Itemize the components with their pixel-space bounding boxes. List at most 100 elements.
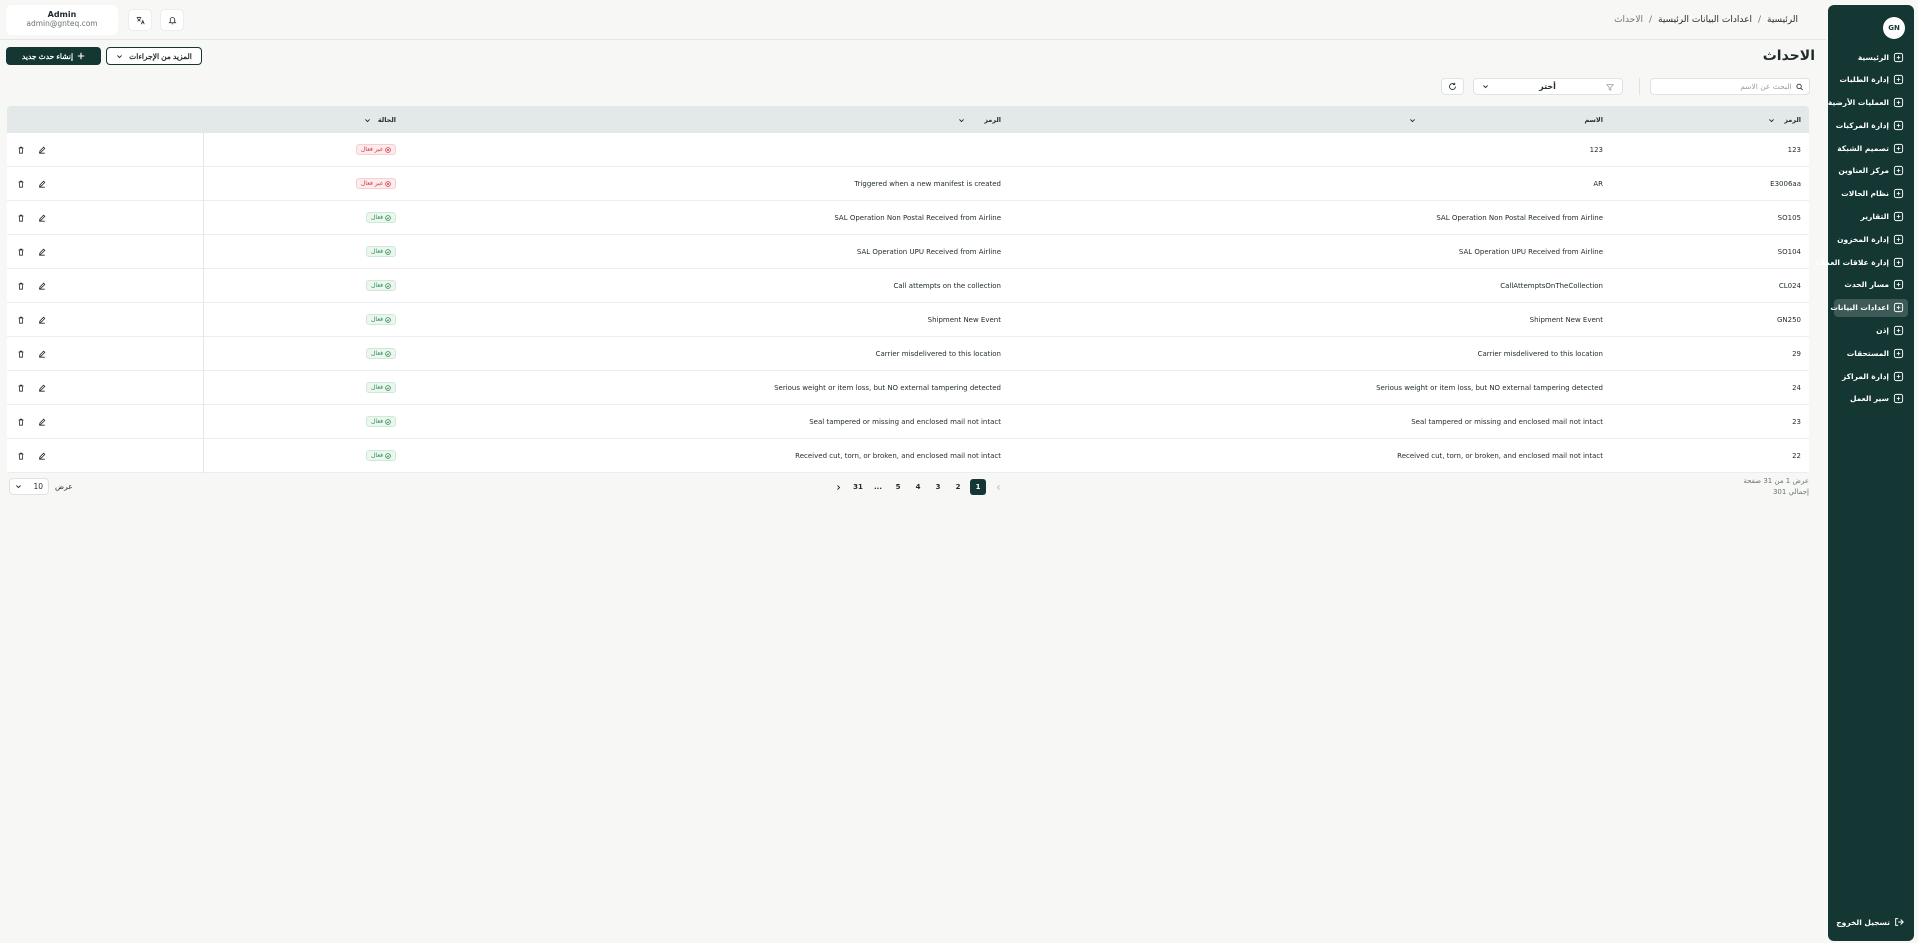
- delete-button[interactable]: [15, 416, 27, 428]
- delete-button[interactable]: [15, 246, 27, 258]
- table-row[interactable]: 22 Received cut, torn, or broken, and enc…: [7, 439, 1809, 473]
- cell-code: 123: [1787, 146, 1801, 154]
- pencil-icon: [39, 384, 46, 392]
- delete-button[interactable]: [15, 212, 27, 224]
- search-input[interactable]: [1657, 82, 1792, 91]
- actions-divider: [203, 439, 204, 473]
- check-circle-icon: [385, 282, 391, 289]
- table-row[interactable]: E3006aa AR Triggered when a new manifest i…: [7, 167, 1809, 201]
- edit-button[interactable]: [36, 178, 48, 190]
- next-page-button[interactable]: [830, 479, 846, 495]
- sidebar-item-status-grid[interactable]: نظام الحالات: [1834, 185, 1908, 203]
- status-badge: فعال: [366, 450, 396, 461]
- sidebar-item-truck[interactable]: إدارة المركبات: [1834, 116, 1908, 134]
- filter-label: أختر: [1539, 82, 1556, 91]
- breadcrumb-master-data[interactable]: اعدادات البيانات الرئيسية: [1658, 15, 1752, 25]
- column-header-name[interactable]: الاسم: [1409, 116, 1603, 124]
- actions-divider: [203, 167, 204, 201]
- status-badge: فعال: [366, 348, 396, 359]
- page-button[interactable]: 31: [850, 479, 866, 495]
- user-menu[interactable]: Admin admin@gnteq.com: [6, 5, 118, 35]
- table-body: 123 123 غير فعال E3006aa AR Triggered when a …: [7, 133, 1809, 473]
- logout-button[interactable]: تسجيل الخروج: [1836, 917, 1904, 927]
- check-circle-icon: [385, 214, 391, 221]
- edit-button[interactable]: [36, 246, 48, 258]
- edit-button[interactable]: [36, 314, 48, 326]
- table-row[interactable]: 23 Seal tampered or missing and enclosed …: [7, 405, 1809, 439]
- sidebar-item-crm[interactable]: إدارة علاقات العملاء: [1816, 253, 1908, 271]
- cell-code: 29: [1792, 350, 1801, 358]
- table-row[interactable]: 24 Serious weight or item loss, but NO ex…: [7, 371, 1809, 405]
- sidebar-item-workflow[interactable]: سير العمل: [1834, 390, 1908, 408]
- trash-icon: [18, 180, 24, 188]
- sidebar-item-label: سير العمل: [1849, 394, 1889, 404]
- table-row[interactable]: SO105 SAL Operation Non Postal Received f…: [7, 201, 1809, 235]
- check-circle-icon: [385, 248, 391, 255]
- delete-button[interactable]: [15, 348, 27, 360]
- status-badge: فعال: [366, 416, 396, 427]
- page-button[interactable]: 3: [930, 479, 946, 495]
- sidebar-item-network[interactable]: تصميم الشبكة: [1834, 139, 1908, 157]
- delete-button[interactable]: [15, 314, 27, 326]
- location-icon: [1893, 166, 1904, 176]
- sidebar-item-route[interactable]: مسار الحدث: [1834, 276, 1908, 294]
- table-row[interactable]: GN250 Shipment New Event Shipment New Even…: [7, 303, 1809, 337]
- sidebar-item-ground-ops[interactable]: العمليات الأرضية: [1828, 94, 1908, 112]
- delete-button[interactable]: [15, 144, 27, 156]
- sidebar-item-orders[interactable]: إدارة الطلبات: [1834, 71, 1908, 89]
- table-row[interactable]: 29 Carrier misdelivered to this location C…: [7, 337, 1809, 371]
- sidebar-item-users[interactable]: إذن: [1834, 322, 1908, 340]
- sidebar-item-database[interactable]: اعدادات البيانات: [1830, 298, 1908, 317]
- sidebar-item-percent[interactable]: المستحقات: [1834, 344, 1908, 362]
- x-circle-icon: [385, 146, 391, 153]
- column-header-code[interactable]: الرمز: [1768, 116, 1801, 124]
- sidebar-item-center[interactable]: إدارة المراكز: [1834, 367, 1908, 385]
- edit-button[interactable]: [36, 144, 48, 156]
- edit-button[interactable]: [36, 280, 48, 292]
- delete-button[interactable]: [15, 178, 27, 190]
- notifications-button[interactable]: [160, 9, 184, 31]
- page-button[interactable]: 1: [970, 479, 986, 495]
- column-header-symbol[interactable]: الرمز: [958, 116, 1001, 124]
- status-badge: فعال: [366, 382, 396, 393]
- page-button[interactable]: 4: [910, 479, 926, 495]
- more-actions-button[interactable]: المزيد من الإجراءات: [106, 47, 202, 65]
- previous-page-button[interactable]: [990, 479, 1006, 495]
- edit-button[interactable]: [36, 416, 48, 428]
- column-header-status[interactable]: الحالة: [364, 116, 396, 124]
- edit-button[interactable]: [36, 382, 48, 394]
- filter-select[interactable]: أختر: [1473, 78, 1623, 95]
- table-row[interactable]: SO104 SAL Operation UPU Received from Air…: [7, 235, 1809, 269]
- delete-button[interactable]: [15, 280, 27, 292]
- page-button[interactable]: 2: [950, 479, 966, 495]
- delete-button[interactable]: [15, 450, 27, 462]
- sidebar-item-location[interactable]: مركز العناوين: [1834, 162, 1908, 180]
- table-row[interactable]: 123 123 غير فعال: [7, 133, 1809, 167]
- percent-icon: [1893, 348, 1904, 358]
- refresh-button[interactable]: [1441, 78, 1464, 95]
- sidebar-item-inventory[interactable]: إدارة المخزون: [1834, 230, 1908, 248]
- edit-button[interactable]: [36, 450, 48, 462]
- pagination: 31... 5 4 3 2 1: [830, 479, 1006, 495]
- edit-button[interactable]: [36, 348, 48, 360]
- edit-button[interactable]: [36, 212, 48, 224]
- table-row[interactable]: CL024 CallAttemptsOnTheCollection Call att…: [7, 269, 1809, 303]
- user-email: admin@gnteq.com: [26, 19, 98, 28]
- crm-icon: [1893, 257, 1904, 267]
- cell-code: 24: [1792, 384, 1801, 392]
- actions-divider: [203, 371, 204, 405]
- page-button[interactable]: 5: [890, 479, 906, 495]
- breadcrumb-home[interactable]: الرئيسية: [1767, 15, 1798, 25]
- page-info-text: عرض 1 من 31 صفحة: [1743, 477, 1809, 485]
- language-button[interactable]: [128, 9, 152, 31]
- delete-button[interactable]: [15, 382, 27, 394]
- cell-name: AR: [1593, 180, 1603, 188]
- create-event-button[interactable]: إنشاء حدث جديد: [6, 47, 101, 65]
- events-table: الرمز الاسم الرمز الحالة 123 123 غير فعال E…: [7, 106, 1809, 473]
- cell-code: 23: [1792, 418, 1801, 426]
- sidebar-item-report[interactable]: التقارير: [1834, 208, 1908, 226]
- status-badge-label: غير فعال: [360, 146, 383, 153]
- sidebar-item-label: المستحقات: [1846, 348, 1889, 358]
- page-size-select[interactable]: 10: [9, 478, 49, 495]
- sidebar-item-dashboard[interactable]: الرئيسية: [1834, 48, 1908, 66]
